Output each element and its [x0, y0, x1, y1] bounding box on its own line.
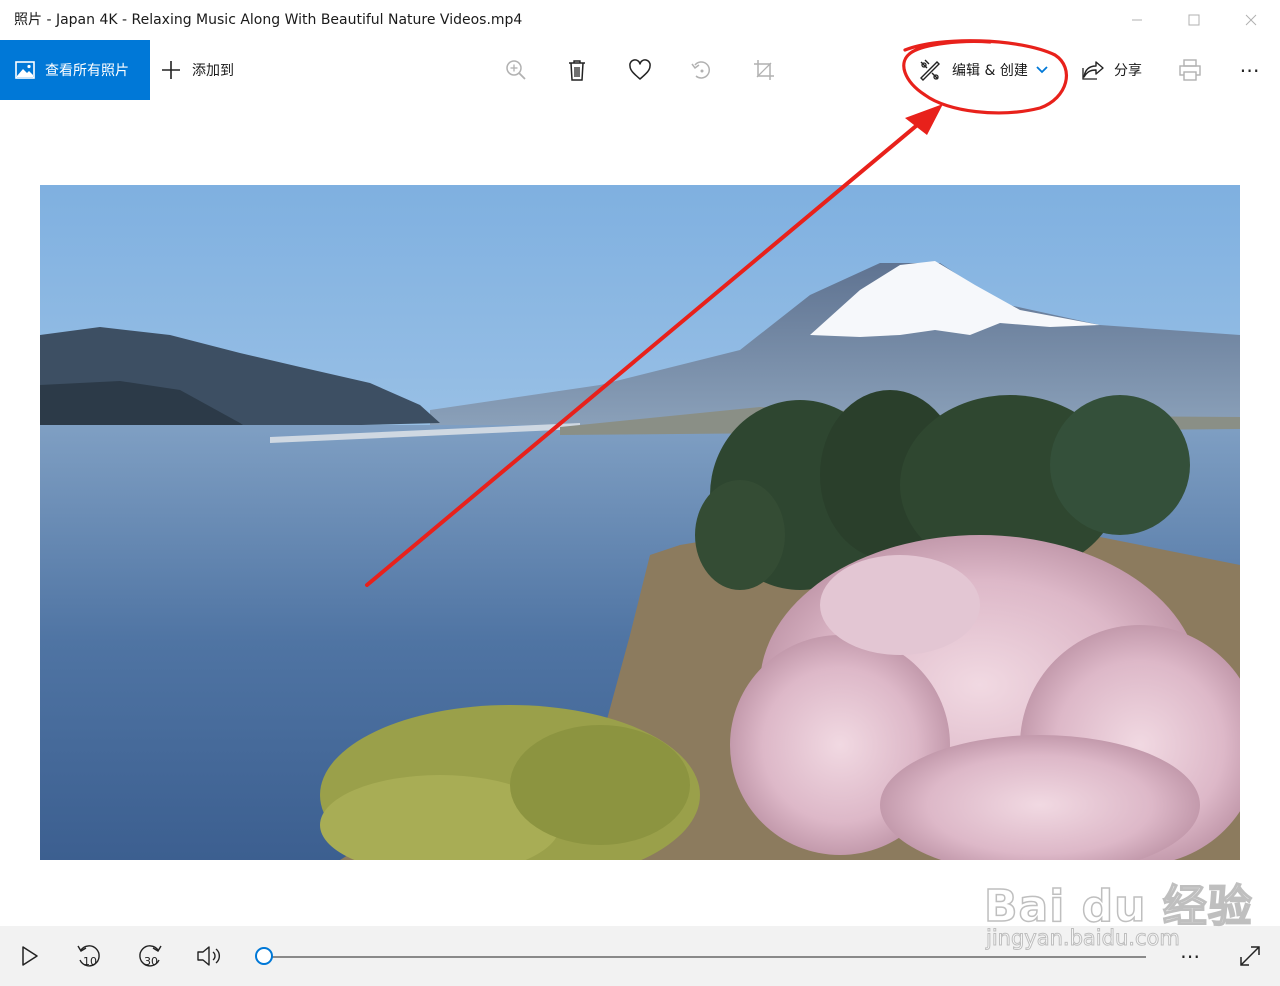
title-bar: 照片 - Japan 4K - Relaxing Music Along Wit…: [0, 0, 1280, 40]
crop-icon: [754, 60, 774, 80]
add-to-label: 添加到: [192, 63, 234, 79]
view-all-photos-label: 查看所有照片: [45, 63, 129, 79]
video-frame[interactable]: [40, 185, 1240, 860]
minimize-icon: [1132, 19, 1142, 21]
fullscreen-icon: [1240, 946, 1260, 966]
media-player-bar: 10 30 ⋯: [0, 926, 1280, 986]
minimize-button[interactable]: [1109, 0, 1165, 40]
zoom-button[interactable]: [500, 54, 532, 86]
crop-button[interactable]: [748, 54, 780, 86]
play-icon: [22, 946, 38, 966]
progress-thumb[interactable]: [255, 947, 273, 965]
delete-button[interactable]: [561, 54, 593, 86]
maximize-button[interactable]: [1166, 0, 1222, 40]
share-button[interactable]: 分享: [1082, 40, 1142, 100]
skip-back-icon: 10: [77, 945, 100, 968]
play-button[interactable]: [12, 938, 48, 974]
maximize-icon: [1188, 14, 1200, 26]
add-to-button[interactable]: 添加到: [160, 40, 234, 100]
share-icon: [1082, 61, 1104, 80]
heart-icon: [629, 59, 651, 80]
favorite-button[interactable]: [624, 54, 656, 86]
skip-back-label: 10: [83, 955, 97, 968]
close-icon: [1245, 14, 1257, 26]
player-more-button[interactable]: ⋯: [1172, 938, 1208, 974]
chevron-down-icon: [1036, 66, 1048, 74]
annotation-arrowhead: [905, 104, 943, 135]
photo-icon: [15, 61, 35, 79]
view-all-photos-button[interactable]: 查看所有照片: [0, 40, 150, 100]
command-bar: 查看所有照片 添加到 编辑 & 创建 分享 ⋯: [0, 40, 1280, 100]
close-button[interactable]: [1223, 0, 1279, 40]
photos-app-window: 照片 - Japan 4K - Relaxing Music Along Wit…: [0, 0, 1280, 986]
share-label: 分享: [1114, 63, 1142, 79]
skip-forward-icon: 30: [139, 945, 162, 968]
rotate-button[interactable]: [686, 54, 718, 86]
plus-icon: [162, 61, 180, 79]
landscape-image: [40, 185, 1240, 860]
print-button[interactable]: [1174, 54, 1206, 86]
fullscreen-button[interactable]: [1232, 938, 1268, 974]
print-icon: [1179, 59, 1201, 81]
volume-icon: [197, 946, 220, 966]
skip-back-button[interactable]: 10: [71, 938, 107, 974]
watermark-brand: Bai du 经验: [983, 880, 1253, 933]
edit-create-icon: [920, 59, 940, 81]
skip-forward-button[interactable]: 30: [132, 938, 168, 974]
volume-button[interactable]: [192, 938, 228, 974]
skip-forward-label: 30: [144, 955, 158, 968]
delete-icon: [569, 60, 585, 81]
rotate-icon: [691, 61, 711, 79]
progress-bar[interactable]: [255, 947, 1146, 965]
zoom-in-icon: [506, 60, 526, 80]
more-options-button[interactable]: ⋯: [1234, 54, 1266, 86]
window-title: 照片 - Japan 4K - Relaxing Music Along Wit…: [14, 12, 523, 28]
edit-create-label: 编辑 & 创建: [952, 63, 1028, 79]
edit-create-button[interactable]: 编辑 & 创建: [918, 40, 1048, 100]
